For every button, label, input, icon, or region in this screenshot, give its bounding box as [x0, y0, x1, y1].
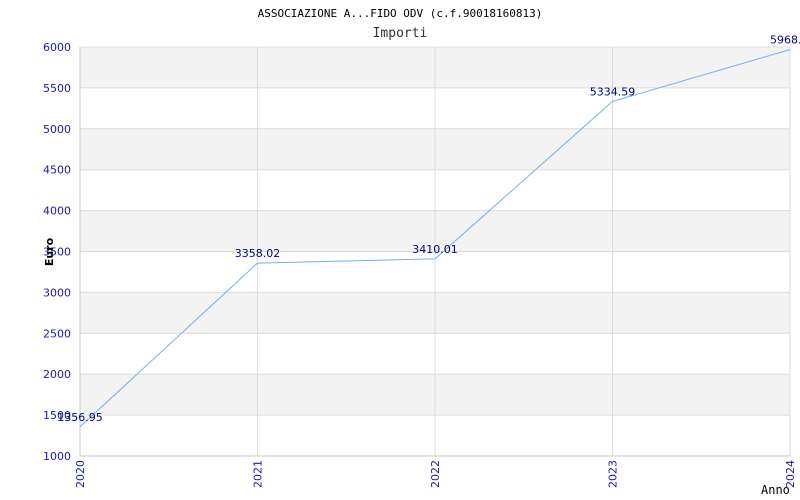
- x-tick-label: 2022: [429, 460, 442, 488]
- y-tick-label: 5500: [43, 82, 71, 95]
- x-tick-label: 2023: [607, 460, 620, 488]
- x-tick-label: 2021: [252, 460, 265, 488]
- chart-subtitle: Importi: [373, 26, 428, 41]
- data-label: 5968.3: [770, 34, 800, 47]
- data-label: 1356.95: [57, 411, 103, 424]
- y-tick-label: 4500: [43, 164, 71, 177]
- y-axis-label: Euro: [43, 237, 56, 266]
- y-tick-label: 2500: [43, 327, 71, 340]
- y-tick-label: 4000: [43, 205, 71, 218]
- chart: 1000150020002500300035004000450050005500…: [43, 7, 800, 497]
- y-tick-label: 3000: [43, 286, 71, 299]
- data-label: 3410.01: [412, 243, 458, 256]
- y-tick-label: 5000: [43, 123, 71, 136]
- x-tick-label: 2020: [74, 460, 87, 488]
- y-tick-label: 6000: [43, 41, 71, 54]
- x-axis-label: Anno: [761, 483, 790, 497]
- chart-title: ASSOCIAZIONE A...FIDO ODV (c.f.900181608…: [258, 7, 543, 20]
- y-tick-label: 2000: [43, 368, 71, 381]
- y-tick-label: 1000: [43, 450, 71, 463]
- data-label: 3358.02: [235, 247, 281, 260]
- data-label: 5334.59: [590, 85, 636, 98]
- x-tick-labels: 2020 2021 2022 2023 2024: [74, 460, 797, 488]
